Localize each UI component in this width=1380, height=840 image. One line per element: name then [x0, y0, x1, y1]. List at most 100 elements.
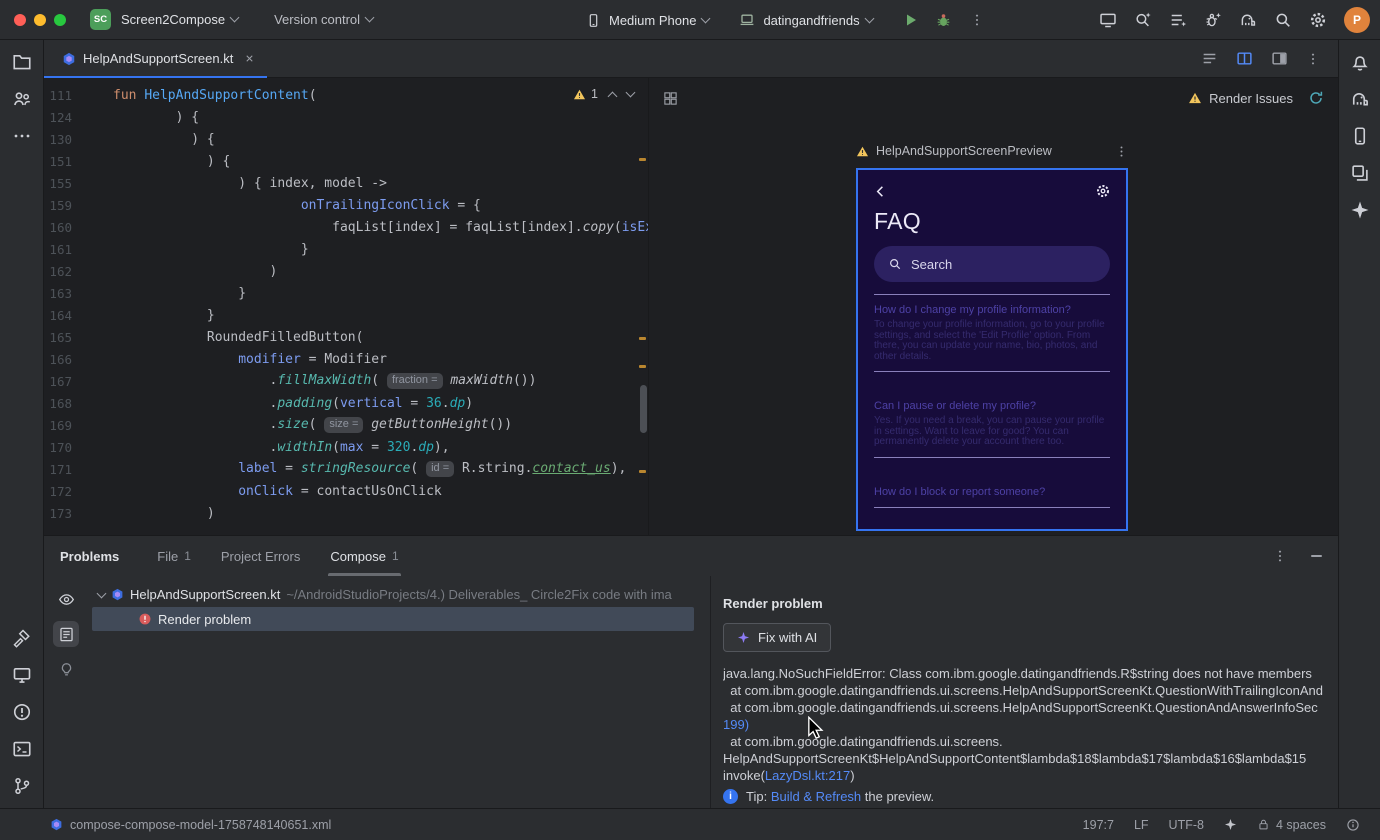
- indent-widget[interactable]: 4 spaces: [1257, 818, 1326, 832]
- preview-device-frame[interactable]: FAQ Search How do I change my profile in…: [856, 168, 1128, 531]
- tab-project-errors[interactable]: Project Errors: [221, 536, 300, 576]
- preview-layout-grid-icon[interactable]: [663, 91, 678, 106]
- search-icon[interactable]: [1274, 11, 1292, 29]
- ai-bug-icon[interactable]: [1204, 11, 1222, 29]
- editor-tab[interactable]: HelpAndSupportScreen.kt: [44, 40, 268, 79]
- code-line[interactable]: 162): [44, 260, 648, 282]
- code-line[interactable]: 161}: [44, 238, 648, 260]
- app-inspection-icon[interactable]: [1350, 163, 1370, 183]
- line-number[interactable]: 151: [44, 154, 72, 169]
- more-actions-kebab-icon[interactable]: [970, 13, 984, 27]
- code-line[interactable]: 166 modifier = Modifier: [44, 348, 648, 370]
- preview-eye-icon[interactable]: [53, 586, 79, 612]
- warnings-indicator[interactable]: 1: [573, 87, 598, 101]
- line-number[interactable]: 171: [44, 462, 72, 477]
- line-number[interactable]: 163: [44, 286, 72, 301]
- code-line[interactable]: 159 onTrailingIconClick = {: [44, 194, 648, 216]
- project-selector[interactable]: Screen2Compose: [121, 12, 240, 27]
- line-number[interactable]: 162: [44, 264, 72, 279]
- line-number[interactable]: 172: [44, 484, 72, 499]
- line-number[interactable]: 111: [44, 88, 72, 103]
- line-number[interactable]: 155: [44, 176, 72, 191]
- line-separator[interactable]: LF: [1134, 818, 1149, 832]
- code-lines[interactable]: 111 fun HelpAndSupportContent(124) {130) …: [44, 78, 648, 535]
- line-number[interactable]: 164: [44, 308, 72, 323]
- line-number[interactable]: 160: [44, 220, 72, 235]
- code-line[interactable]: 160 faqList[index] = faqList[index].copy(…: [44, 216, 648, 238]
- warning-stripe-mark[interactable]: [639, 337, 646, 340]
- gradle-sync-icon[interactable]: [1239, 11, 1257, 29]
- code-editor[interactable]: 1 111 fun HelpAndSupportContent(124) {130…: [44, 78, 648, 535]
- fix-with-ai-button[interactable]: Fix with AI: [723, 623, 832, 652]
- code-view-icon[interactable]: [1201, 50, 1218, 67]
- warning-stripe-mark[interactable]: [639, 470, 646, 473]
- tree-file-row[interactable]: HelpAndSupportScreen.kt ~/AndroidStudioP…: [88, 582, 710, 606]
- line-number[interactable]: 169: [44, 418, 72, 433]
- refresh-preview-icon[interactable]: [1308, 90, 1324, 106]
- pull-requests-icon[interactable]: [12, 89, 32, 109]
- code-line[interactable]: 172 onClick = contactUsOnClick: [44, 480, 648, 502]
- line-number[interactable]: 170: [44, 440, 72, 455]
- code-line[interactable]: 169 .size( size = getButtonHeight()): [44, 414, 648, 436]
- warning-stripe-mark[interactable]: [639, 365, 646, 368]
- settings-gear-icon[interactable]: [1309, 11, 1327, 29]
- build-icon[interactable]: [12, 628, 32, 648]
- line-number[interactable]: 161: [44, 242, 72, 257]
- gradle-icon[interactable]: [1350, 89, 1370, 109]
- preview-options-kebab-icon[interactable]: [1115, 145, 1128, 158]
- running-devices-icon[interactable]: [12, 665, 32, 685]
- quickfix-bulb-icon[interactable]: [53, 656, 79, 682]
- previous-issue-icon[interactable]: [607, 91, 618, 101]
- user-avatar[interactable]: P: [1344, 7, 1370, 33]
- code-line[interactable]: 164}: [44, 304, 648, 326]
- line-number[interactable]: 124: [44, 110, 72, 125]
- stack-trace-link[interactable]: LazyDsl.kt:217: [765, 768, 850, 783]
- code-line[interactable]: 111 fun HelpAndSupportContent(: [44, 84, 648, 106]
- terminal-icon[interactable]: [12, 739, 32, 759]
- line-number[interactable]: 166: [44, 352, 72, 367]
- ai-status-sparkle-icon[interactable]: [1224, 818, 1237, 831]
- code-line[interactable]: 173): [44, 502, 648, 524]
- preview-title-row[interactable]: HelpAndSupportScreenPreview: [856, 144, 1128, 158]
- code-line[interactable]: 130) {: [44, 128, 648, 150]
- device-manager-icon[interactable]: [1350, 126, 1370, 146]
- render-issues-widget[interactable]: Render Issues: [1188, 90, 1324, 106]
- minimize-window-button[interactable]: [34, 13, 46, 26]
- caret-position[interactable]: 197:7: [1083, 818, 1114, 832]
- line-number[interactable]: 173: [44, 506, 72, 521]
- problems-icon[interactable]: [12, 702, 32, 722]
- split-view-icon[interactable]: [1236, 50, 1253, 67]
- panel-options-kebab-icon[interactable]: [1273, 549, 1287, 563]
- editor-scrollbar-thumb[interactable]: [640, 385, 647, 433]
- close-window-button[interactable]: [14, 13, 26, 26]
- ai-search-icon[interactable]: [1134, 11, 1152, 29]
- code-line[interactable]: 151) {: [44, 150, 648, 172]
- tab-file[interactable]: File 1: [157, 536, 191, 576]
- notifications-bell-icon[interactable]: [1350, 52, 1370, 72]
- gemini-ai-icon[interactable]: [1350, 200, 1370, 220]
- line-number[interactable]: 165: [44, 330, 72, 345]
- code-line[interactable]: 163}: [44, 282, 648, 304]
- maximize-window-button[interactable]: [54, 13, 66, 26]
- line-number[interactable]: 130: [44, 132, 72, 147]
- stack-trace-link[interactable]: 199): [723, 717, 749, 732]
- build-refresh-link[interactable]: Build & Refresh: [771, 789, 861, 804]
- code-line[interactable]: 167 .fillMaxWidth( fraction = maxWidth()): [44, 370, 648, 392]
- status-info-icon[interactable]: [1346, 818, 1360, 832]
- tree-issue-row[interactable]: Render problem: [92, 607, 694, 631]
- code-line[interactable]: 170 .widthIn(max = 320.dp),: [44, 436, 648, 458]
- more-tool-windows-icon[interactable]: [12, 126, 32, 146]
- tab-compose[interactable]: Compose 1: [328, 536, 402, 576]
- code-line[interactable]: 155) { index, model ->: [44, 172, 648, 194]
- project-folder-icon[interactable]: [12, 52, 32, 72]
- code-line[interactable]: 124) {: [44, 106, 648, 128]
- vcs-widget[interactable]: Version control: [274, 12, 375, 27]
- details-pane-icon[interactable]: [53, 621, 79, 647]
- tab-options-kebab-icon[interactable]: [1306, 52, 1320, 66]
- code-line[interactable]: 165 RoundedFilledButton(: [44, 326, 648, 348]
- hide-panel-icon[interactable]: [1311, 555, 1322, 557]
- line-number[interactable]: 168: [44, 396, 72, 411]
- debug-button[interactable]: [935, 12, 952, 29]
- close-tab-icon[interactable]: [244, 53, 255, 64]
- device-selector[interactable]: Medium Phone: [609, 13, 711, 28]
